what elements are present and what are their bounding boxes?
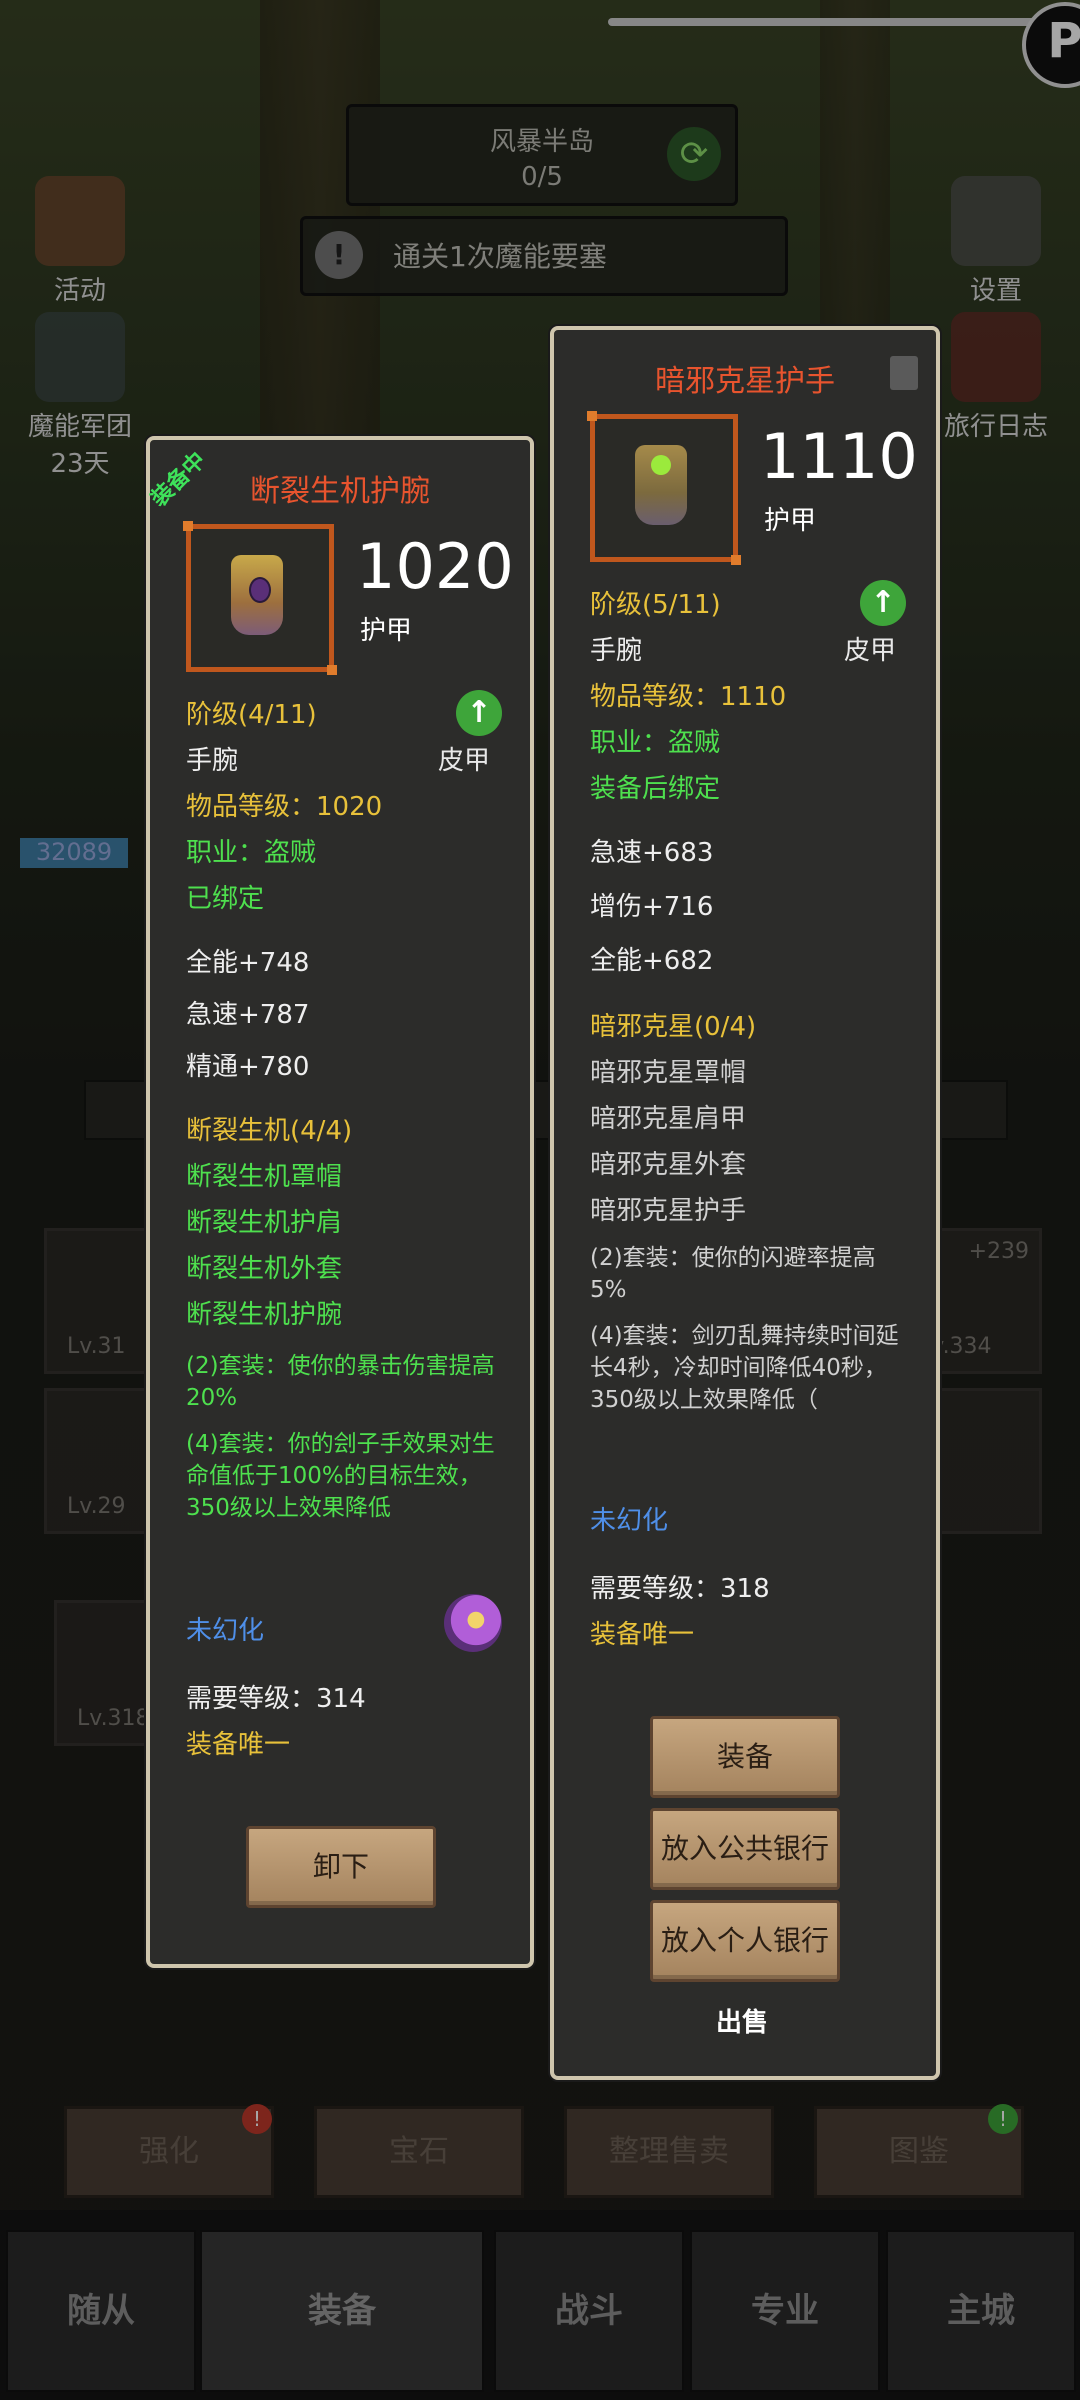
set-piece: 断裂生机护肩: [186, 1208, 343, 1238]
set-piece: 断裂生机护腕: [186, 1300, 343, 1330]
item-icon-frame: [587, 411, 741, 565]
bind-line: 已绑定: [186, 884, 265, 914]
bind-line: 装备后绑定: [590, 774, 721, 804]
armor-label: 护甲: [360, 616, 413, 646]
gem-icon: [651, 455, 671, 475]
transmog-status: 未幻化: [590, 1506, 669, 1536]
stat-line: 全能+682: [590, 946, 714, 976]
set-piece: 暗邪克星罩帽: [590, 1058, 747, 1088]
set-bonus-2: (2)套装：使你的闪避率提高5%: [590, 1245, 876, 1303]
armor-label: 护甲: [764, 506, 817, 536]
transmog-swirl-icon[interactable]: [444, 1594, 502, 1652]
stat-line: 精通+780: [186, 1052, 310, 1082]
set-piece: 断裂生机罩帽: [186, 1162, 343, 1192]
stat-line: 急速+787: [186, 1000, 310, 1030]
item-slot: 手腕: [186, 746, 239, 776]
lock-icon[interactable]: [890, 356, 918, 390]
item-tier: 阶级(5/11): [590, 590, 721, 620]
armor-type: 皮甲: [437, 746, 490, 776]
compare-item-tooltip: 暗邪克星护手 1110 护甲 阶级(5/11) ↑ 手腕 皮甲 物品等级：111…: [550, 326, 940, 2080]
armor-type: 皮甲: [843, 636, 896, 666]
required-level: 需要等级：318: [590, 1574, 770, 1604]
set-name: 暗邪克星(0/4): [590, 1012, 757, 1042]
transmog-status: 未幻化: [186, 1616, 265, 1646]
set-bonus-4: (4)套装：剑刃乱舞持续时间延长4秒，冷却时间降低40秒，350级以上效果降低（: [590, 1323, 899, 1413]
item-tier: 阶级(4/11): [186, 700, 317, 730]
item-icon-frame: [183, 521, 337, 675]
item-name: 断裂生机护腕: [250, 474, 430, 509]
set-bonus-4: (4)套装：你的刽子手效果对生命值低于100%的目标生效，350级以上效果降低: [186, 1431, 495, 1521]
unique-line: 装备唯一: [186, 1730, 291, 1760]
class-line: 职业：盗贼: [590, 728, 721, 758]
unequip-button[interactable]: 卸下: [246, 1826, 436, 1908]
unique-line: 装备唯一: [590, 1620, 695, 1650]
gem-icon: [249, 577, 271, 603]
personal-bank-button[interactable]: 放入个人银行: [650, 1900, 840, 1982]
item-level-line: 物品等级：1020: [186, 792, 383, 822]
set-name: 断裂生机(4/4): [186, 1116, 353, 1146]
stat-line: 急速+683: [590, 838, 714, 868]
item-level-big: 1020: [356, 530, 514, 603]
set-piece: 暗邪克星肩甲: [590, 1104, 747, 1134]
equipped-item-tooltip: 装备中 断裂生机护腕 1020 护甲 阶级(4/11) ↑ 手腕 皮甲 物品等级…: [146, 436, 534, 1968]
item-level-line: 物品等级：1110: [590, 682, 787, 712]
sell-button[interactable]: 出售: [716, 2002, 768, 2039]
set-bonus-2: (2)套装：使你的暴击伤害提高20%: [186, 1353, 495, 1411]
required-level: 需要等级：314: [186, 1684, 366, 1714]
equip-button[interactable]: 装备: [650, 1716, 840, 1798]
item-name: 暗邪克星护手: [655, 364, 835, 399]
upgrade-arrow-icon: ↑: [860, 580, 906, 626]
public-bank-button[interactable]: 放入公共银行: [650, 1808, 840, 1890]
set-piece: 暗邪克星外套: [590, 1150, 747, 1180]
set-piece: 暗邪克星护手: [590, 1196, 747, 1226]
item-slot: 手腕: [590, 636, 643, 666]
stat-line: 增伤+716: [590, 892, 714, 922]
set-piece: 断裂生机外套: [186, 1254, 343, 1284]
class-line: 职业：盗贼: [186, 838, 317, 868]
upgrade-arrow-icon: ↑: [456, 690, 502, 736]
item-level-big: 1110: [760, 420, 918, 493]
stat-line: 全能+748: [186, 948, 310, 978]
